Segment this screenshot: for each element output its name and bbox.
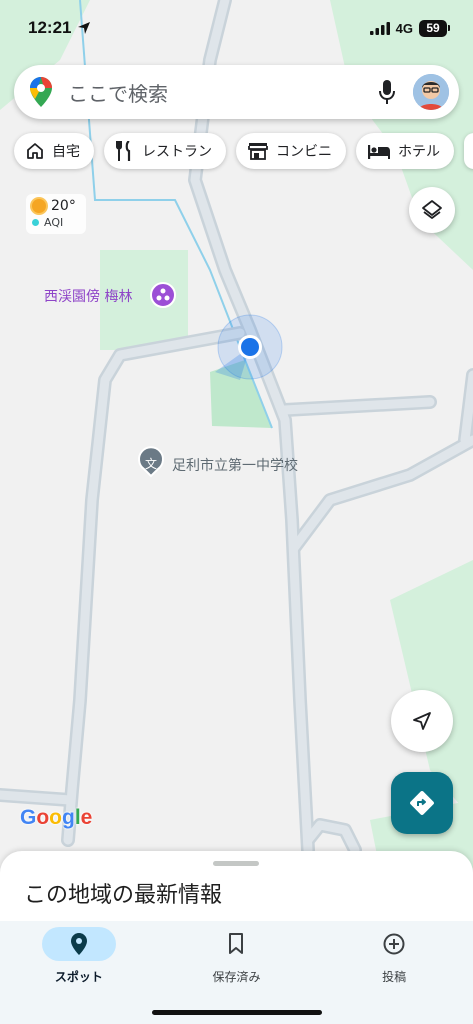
chip-convenience-store[interactable]: コンビニ <box>236 133 346 169</box>
chip-hotel-label: ホテル <box>398 144 440 160</box>
navigation-arrow-icon <box>413 712 431 730</box>
sun-icon <box>32 199 46 213</box>
network-label: 4G <box>395 20 413 36</box>
latest-info-sheet[interactable]: この地域の最新情報 <box>0 851 473 931</box>
poi-label-park[interactable]: 西渓園傍 梅林 <box>44 286 132 306</box>
layers-button[interactable] <box>409 187 455 233</box>
tab-explore-label: スポット <box>54 970 103 984</box>
mic-button[interactable] <box>369 74 405 110</box>
signal-icon <box>369 21 390 35</box>
google-logo-letter: G <box>20 806 37 829</box>
tab-contribute[interactable]: 投稿 <box>334 927 454 1024</box>
chip-more[interactable] <box>464 133 473 169</box>
chip-restaurant-label: レストラン <box>142 144 212 160</box>
chip-convenience-label: コンビニ <box>276 144 332 160</box>
aqi-dot-icon <box>32 219 39 226</box>
search-input[interactable]: ここで検索 <box>68 78 369 107</box>
chip-home-label: 自宅 <box>52 144 80 160</box>
chip-restaurant[interactable]: レストラン <box>104 133 226 169</box>
google-logo-letter: g <box>62 806 75 829</box>
tab-contribute-label: 投稿 <box>382 970 407 984</box>
google-logo-letter: o <box>36 806 50 829</box>
hotel-icon <box>368 145 390 159</box>
directions-icon <box>410 791 434 815</box>
layers-icon <box>422 200 442 219</box>
add-circle-icon <box>383 933 405 955</box>
google-logo-letter: o <box>49 806 62 829</box>
directions-button[interactable] <box>391 772 453 834</box>
maps-pin-logo-icon <box>30 77 52 107</box>
mic-icon <box>379 80 395 104</box>
poi-label-school[interactable]: 足利市立第一中学校 <box>172 455 298 475</box>
sheet-drag-handle[interactable] <box>213 861 259 866</box>
aqi-label: AQI <box>44 216 64 229</box>
status-indicators: 4G 59 <box>369 19 450 37</box>
home-indicator[interactable] <box>152 1010 322 1015</box>
store-icon <box>248 143 268 160</box>
google-logo-letter: e <box>80 806 93 829</box>
status-bar: 12:21 4G 59 <box>0 0 473 56</box>
park-poi-pin <box>150 282 176 308</box>
chip-hotel[interactable]: ホテル <box>356 133 454 169</box>
google-logo: Google <box>20 806 92 830</box>
profile-photo-icon <box>413 74 449 110</box>
avatar[interactable] <box>413 74 449 110</box>
bottom-navigation: スポット 保存済み 投稿 <box>0 921 473 1024</box>
restaurant-icon <box>116 141 131 161</box>
svg-text:文: 文 <box>145 456 157 471</box>
tab-saved-label: 保存済み <box>212 970 261 984</box>
my-location-button[interactable] <box>391 690 453 752</box>
search-bar[interactable]: ここで検索 <box>14 65 459 119</box>
tab-explore[interactable]: スポット <box>19 927 139 1024</box>
status-time: 12:21 <box>28 18 91 38</box>
bookmark-icon <box>229 933 244 954</box>
weather-widget[interactable]: 20° AQI <box>26 194 86 234</box>
temperature: 20° <box>51 198 76 214</box>
location-arrow-icon <box>78 22 91 34</box>
sheet-title: この地域の最新情報 <box>24 883 223 908</box>
chip-home[interactable]: 自宅 <box>14 133 94 169</box>
category-chips: 自宅 レストラン コンビニ ホテル <box>14 133 473 169</box>
home-icon <box>27 143 43 159</box>
battery-icon: 59 <box>419 19 450 37</box>
explore-pin-icon <box>70 933 87 955</box>
